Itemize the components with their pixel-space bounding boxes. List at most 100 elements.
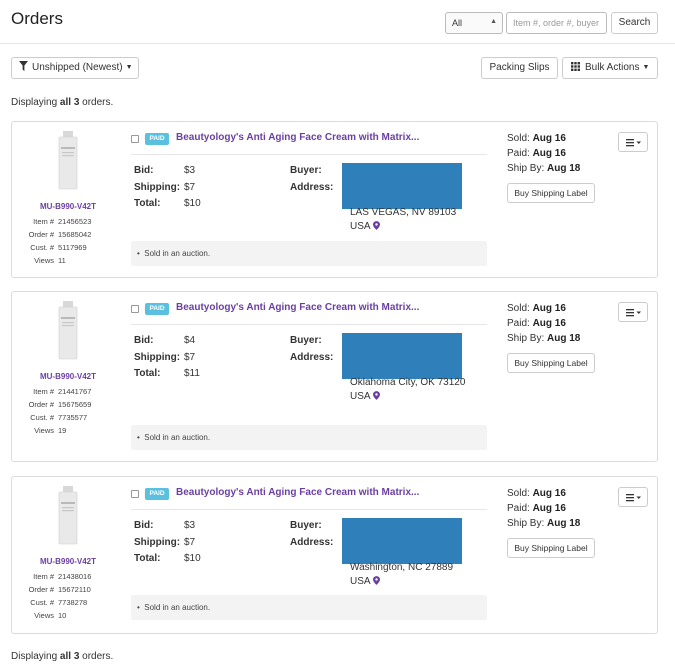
order-meta: Item # 21456523 Order # 15685042 Cust. # 51… [12, 215, 124, 267]
bid-label: Bid: [134, 165, 154, 176]
unshipped-filter-label: Unshipped (Newest) [32, 62, 123, 73]
menu-caret-icon [626, 494, 641, 502]
bullet-icon: • [137, 433, 140, 442]
customer-number-label: Cust. # [30, 413, 54, 422]
order-actions-dropdown[interactable] [618, 487, 648, 507]
select-arrows-icon: ▲︎ [490, 18, 497, 25]
page-title: Orders [11, 9, 63, 28]
unshipped-filter-button[interactable]: Unshipped (Newest) ▼ [11, 57, 139, 79]
address-city: LAS VEGAS, NV 89103 [350, 207, 457, 218]
product-title-link[interactable]: Beautyology's Anti Aging Face Cream with… [176, 302, 419, 313]
order-note: • Sold in an auction. [131, 241, 487, 266]
paid-date: Paid: Aug 16 [507, 318, 566, 329]
buy-shipping-label-button[interactable]: Buy Shipping Label [507, 538, 595, 558]
bullet-icon: • [137, 249, 140, 258]
item-number-label: Item # [33, 217, 54, 226]
bulk-actions-label: Bulk Actions [585, 62, 640, 73]
shipping-label: Shipping: [134, 352, 181, 363]
address-city: Washington, NC 27889 [350, 562, 454, 573]
shipping-value: $7 [184, 537, 196, 548]
order-note: • Sold in an auction. [131, 595, 487, 620]
item-number: 21456523 [58, 217, 92, 226]
address-country[interactable]: USA [350, 221, 380, 232]
buy-shipping-label-button[interactable]: Buy Shipping Label [507, 353, 595, 373]
address-label: Address: [290, 537, 334, 548]
grid-icon [571, 62, 580, 71]
header-divider [0, 43, 675, 44]
map-pin-icon [372, 576, 380, 585]
bulk-actions-button[interactable]: Bulk Actions ▼ [562, 57, 658, 79]
customer-number-label: Cust. # [30, 243, 54, 252]
address-redacted-block [342, 163, 462, 209]
order-checkbox[interactable] [131, 135, 139, 143]
customer-number: 7738278 [58, 598, 88, 607]
total-value: $11 [184, 368, 200, 379]
customer-number-label: Cust. # [30, 598, 54, 607]
bid-value: $4 [184, 335, 196, 346]
order-actions-dropdown[interactable] [618, 302, 648, 322]
product-thumbnail[interactable] [56, 301, 80, 361]
buyer-label: Buyer: [290, 520, 322, 531]
paid-badge: PAID [145, 133, 169, 145]
total-label: Total: [134, 368, 161, 379]
order-card: MU-B990-V42T Item # 21456523 Order # 15685… [11, 121, 658, 278]
sku-link[interactable]: MU-B990-V42T [12, 557, 124, 566]
order-checkbox[interactable] [131, 305, 139, 313]
order-checkbox[interactable] [131, 490, 139, 498]
search-input[interactable]: Item #, order #, buyer [506, 12, 607, 34]
product-title-link[interactable]: Beautyology's Anti Aging Face Cream with… [176, 132, 419, 143]
paid-badge: PAID [145, 488, 169, 500]
views-count: 19 [58, 426, 67, 435]
search-button[interactable]: Search [611, 12, 658, 34]
views-count: 10 [58, 611, 67, 620]
total-value: $10 [184, 198, 201, 209]
order-number: 15675659 [58, 400, 92, 409]
sold-date: Sold: Aug 16 [507, 303, 566, 314]
order-number: 15672110 [58, 585, 91, 594]
total-label: Total: [134, 553, 161, 564]
sku-link[interactable]: MU-B990-V42T [12, 372, 124, 381]
address-label: Address: [290, 352, 334, 363]
ship-by-date: Ship By: Aug 18 [507, 518, 581, 529]
total-value: $10 [184, 553, 201, 564]
paid-date: Paid: Aug 16 [507, 148, 566, 159]
views-label: Views [34, 426, 54, 435]
paid-date: Paid: Aug 16 [507, 503, 566, 514]
caret-down-icon: ▼ [642, 64, 650, 71]
bid-label: Bid: [134, 335, 154, 346]
address-city: Oklahoma City, OK 73120 [350, 377, 466, 388]
product-thumbnail[interactable] [56, 131, 80, 191]
address-country[interactable]: USA [350, 391, 380, 402]
order-meta: Item # 21438016 Order # 15672110 Cust. # 77… [12, 570, 124, 622]
bid-value: $3 [184, 520, 196, 531]
order-meta: Item # 21441767 Order # 15675659 Cust. # 77… [12, 385, 124, 437]
ship-by-date: Ship By: Aug 18 [507, 333, 581, 344]
map-pin-icon [372, 391, 380, 400]
sku-link[interactable]: MU-B990-V42T [12, 202, 124, 211]
buyer-label: Buyer: [290, 165, 322, 176]
filter-icon [19, 61, 28, 71]
product-thumbnail[interactable] [56, 486, 80, 546]
address-country[interactable]: USA [350, 576, 380, 587]
item-number-label: Item # [33, 572, 54, 581]
packing-slips-button[interactable]: Packing Slips [481, 57, 558, 79]
order-card: MU-B990-V42T Item # 21441767 Order # 15675… [11, 291, 658, 462]
order-actions-dropdown[interactable] [618, 132, 648, 152]
customer-number: 7735577 [58, 413, 88, 422]
product-title-link[interactable]: Beautyology's Anti Aging Face Cream with… [176, 487, 419, 498]
shipping-value: $7 [184, 352, 196, 363]
paid-badge: PAID [145, 303, 169, 315]
order-divider [131, 324, 487, 325]
bid-value: $3 [184, 165, 196, 176]
buy-shipping-label-button[interactable]: Buy Shipping Label [507, 183, 595, 203]
views-count: 11 [58, 256, 66, 265]
caret-down-icon: ▼ [125, 64, 133, 71]
bullet-icon: • [137, 603, 140, 612]
ship-by-date: Ship By: Aug 18 [507, 163, 581, 174]
status-filter-select[interactable]: All ▲︎ [445, 12, 503, 34]
shipping-value: $7 [184, 182, 196, 193]
order-divider [131, 509, 487, 510]
order-card: MU-B990-V42T Item # 21438016 Order # 15672… [11, 476, 658, 634]
views-label: Views [34, 256, 54, 265]
menu-caret-icon [626, 309, 641, 317]
